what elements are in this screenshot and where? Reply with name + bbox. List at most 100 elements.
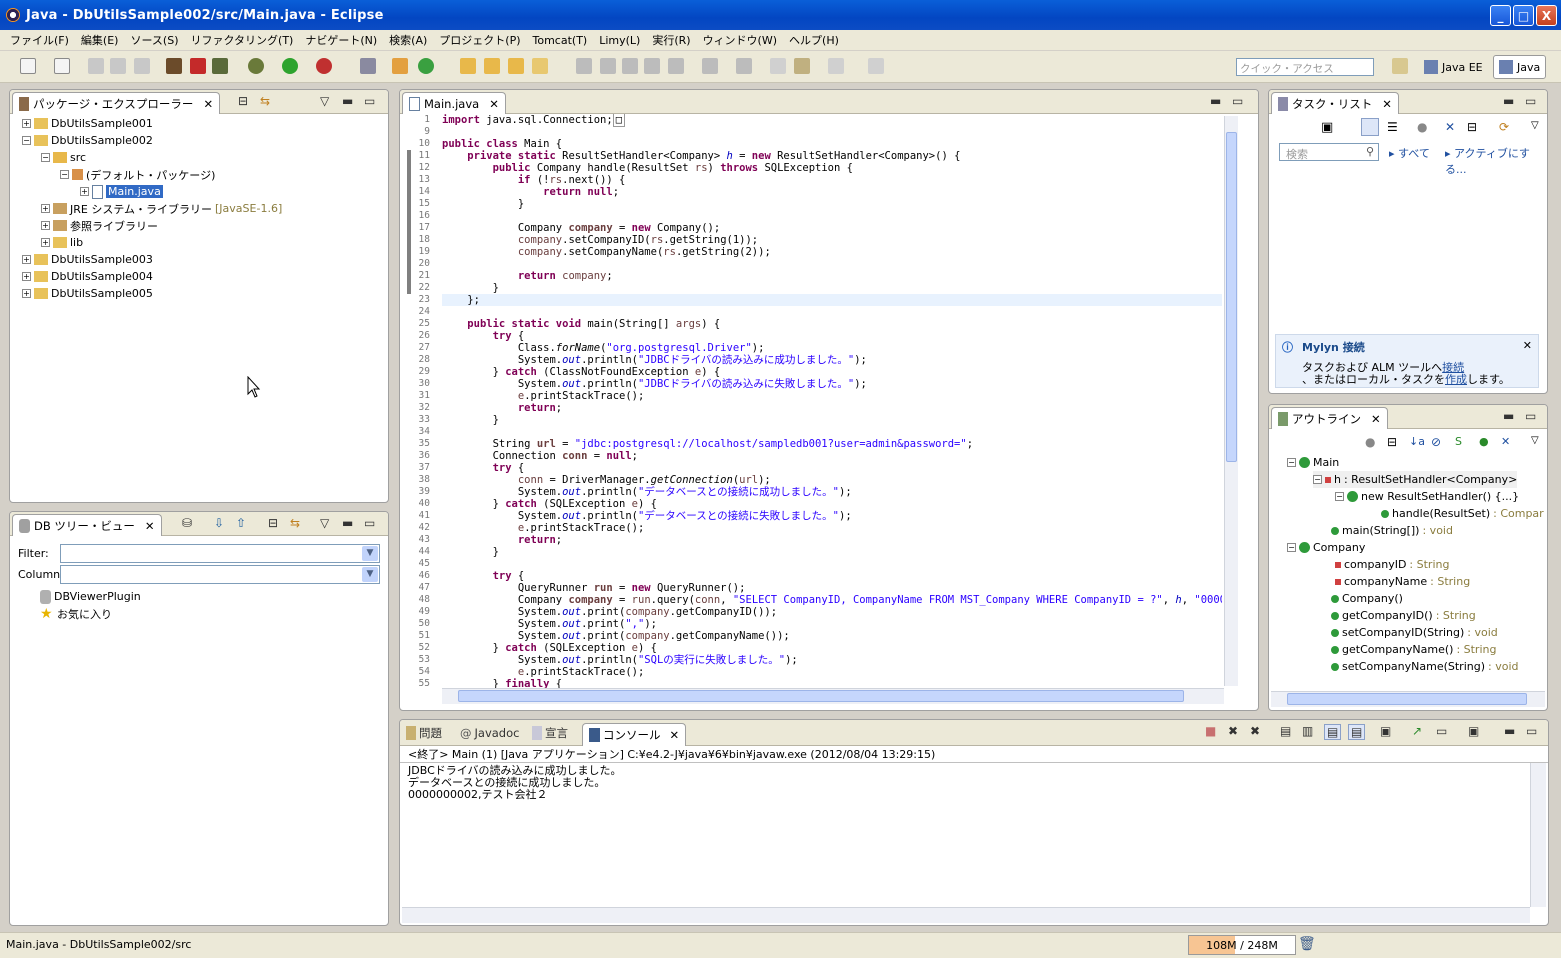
tab-db-tree[interactable]: DB ツリー・ビュー ✕ — [12, 514, 162, 536]
search-tool-icon[interactable] — [532, 58, 548, 74]
last-edit-icon[interactable] — [736, 58, 752, 74]
mark-icon[interactable] — [622, 58, 638, 74]
menu-edit[interactable]: 編集(E) — [75, 32, 125, 48]
chevron-down-icon[interactable]: ▼ — [362, 546, 378, 561]
maximize-button[interactable]: □ — [1513, 5, 1534, 26]
save-icon[interactable] — [88, 58, 104, 74]
hide-local-types-icon[interactable]: ✕ — [1501, 435, 1510, 448]
collapse-all-icon[interactable]: ⊟ — [1387, 435, 1397, 449]
skip-breakpoints-icon[interactable] — [360, 58, 376, 74]
db-tree-item[interactable]: DBViewerPlugin — [40, 588, 141, 605]
perspective-java[interactable]: Java — [1493, 55, 1547, 79]
debug-icon[interactable] — [248, 58, 264, 74]
tab-package-explorer[interactable]: パッケージ・エクスプローラー ✕ — [12, 92, 221, 114]
link-editor-icon[interactable]: ⇆ — [260, 94, 270, 108]
outline-item[interactable]: handle(ResultSet) : Compar — [1381, 505, 1544, 522]
minimize-view-icon[interactable]: ▬ — [342, 94, 353, 108]
outline-item[interactable]: − new ResultSetHandler() {...} — [1335, 488, 1519, 505]
remove-launch-icon[interactable]: ✖ — [1228, 724, 1238, 738]
hide-completed-icon[interactable]: ✕ — [1445, 120, 1455, 134]
hide-fields-icon[interactable]: ⊘ — [1431, 435, 1441, 449]
console-horizontal-scrollbar[interactable] — [402, 907, 1530, 923]
new-class-icon[interactable] — [392, 58, 408, 74]
unpin-icon[interactable] — [868, 58, 884, 74]
outline-item[interactable]: setCompanyID(String) : void — [1331, 624, 1498, 641]
remove-all-icon[interactable]: ✖ — [1250, 724, 1260, 738]
outline-item[interactable]: companyName : String — [1335, 573, 1470, 590]
display-console-icon[interactable]: ▭ — [1436, 724, 1447, 738]
forward-icon[interactable] — [828, 58, 844, 74]
outline-item[interactable]: setCompanyName(String) : void — [1331, 658, 1519, 675]
tree-item-ref-libs[interactable]: + 参照ライブラリー — [41, 217, 158, 234]
focus-icon[interactable]: ● — [1417, 120, 1427, 134]
tree-item-project[interactable]: + DbUtilsSample004 — [22, 268, 153, 285]
menu-limy[interactable]: Limy(L) — [593, 34, 646, 47]
close-icon[interactable]: ✕ — [1382, 97, 1392, 111]
open-project-icon[interactable] — [484, 58, 500, 74]
db-add-icon[interactable]: ⛁ — [182, 516, 192, 530]
quick-access-input[interactable]: クイック・アクセス — [1236, 58, 1374, 76]
column-combo[interactable]: ▼ — [60, 565, 380, 584]
tree-item-main-java[interactable]: + Main.java — [80, 183, 163, 200]
outline-item[interactable]: getCompanyName() : String — [1331, 641, 1496, 658]
minimize-view-icon[interactable]: ▬ — [1503, 94, 1514, 108]
new-java-icon[interactable] — [418, 58, 434, 74]
db-import-icon[interactable]: ⇩ — [214, 516, 224, 530]
outline-item[interactable]: − h : ResultSetHandler<Company> — [1313, 471, 1518, 488]
clear-console-icon[interactable]: ▤ — [1280, 724, 1291, 738]
minimize-view-icon[interactable]: ▬ — [1210, 94, 1221, 108]
sync-icon[interactable]: ⟳ — [1499, 120, 1509, 134]
view-menu-icon[interactable]: ▽ — [320, 94, 329, 108]
menu-help[interactable]: ヘルプ(H) — [783, 32, 845, 48]
hide-nonpublic-icon[interactable]: ● — [1479, 435, 1489, 448]
hide-static-icon[interactable]: S — [1455, 435, 1462, 448]
maximize-view-icon[interactable]: ▭ — [1525, 94, 1536, 108]
menu-file[interactable]: ファイル(F) — [4, 32, 75, 48]
filter-combo[interactable]: ▼ — [60, 544, 380, 563]
collapse-all-icon[interactable]: ⊟ — [238, 94, 248, 108]
pin-console-icon[interactable]: ▣ — [1380, 724, 1391, 738]
tree-item-project[interactable]: + DbUtilsSample005 — [22, 285, 153, 302]
back-icon[interactable] — [770, 58, 786, 74]
db-export-icon[interactable]: ⇧ — [236, 516, 246, 530]
restart-tool-icon[interactable] — [212, 58, 228, 74]
perspective-java-ee[interactable]: Java EE — [1418, 55, 1489, 79]
console-vertical-scrollbar[interactable] — [1530, 763, 1546, 907]
heap-status[interactable]: 108M / 248M — [1188, 935, 1296, 955]
scroll-thumb[interactable] — [1287, 693, 1527, 705]
db-tree-item[interactable]: ★ お気に入り — [40, 605, 112, 622]
tree-item-project[interactable]: − DbUtilsSample002 — [22, 132, 153, 149]
terminate-icon[interactable]: ■ — [1205, 724, 1216, 738]
new-wizard-icon[interactable] — [54, 58, 70, 74]
outline-item[interactable]: getCompanyID() : String — [1331, 607, 1476, 624]
tab-javadoc[interactable]: @ Javadoc — [460, 723, 519, 743]
tab-outline[interactable]: アウトライン ✕ — [1271, 407, 1388, 429]
print-icon[interactable] — [134, 58, 150, 74]
new-icon[interactable] — [20, 58, 36, 74]
maximize-view-icon[interactable]: ▭ — [1525, 409, 1536, 423]
collapse-all-icon[interactable]: ⊟ — [268, 516, 278, 530]
sort-icon[interactable]: ↓a — [1409, 435, 1425, 448]
outline-item[interactable]: main(String[]) : void — [1331, 522, 1453, 539]
tab-console[interactable]: コンソール ✕ — [582, 723, 687, 746]
scheduled-icon[interactable]: ☰ — [1387, 120, 1398, 134]
code-area[interactable]: import java.sql.Connection; □ public clas… — [442, 114, 1222, 694]
run-external-icon[interactable] — [316, 58, 332, 74]
view-menu-icon[interactable]: ▽ — [1531, 435, 1539, 446]
scroll-lock-icon[interactable]: ▥ — [1302, 724, 1313, 738]
focus-icon[interactable]: ● — [1365, 435, 1375, 449]
menu-tomcat[interactable]: Tomcat(T) — [527, 34, 594, 47]
outline-horizontal-scrollbar[interactable] — [1271, 691, 1545, 707]
close-icon[interactable]: ✕ — [670, 728, 680, 742]
open-perspective-icon[interactable] — [1392, 58, 1408, 74]
menu-source[interactable]: ソース(S) — [124, 32, 184, 48]
block-icon[interactable] — [644, 58, 660, 74]
minimize-view-icon[interactable]: ▬ — [342, 516, 353, 530]
new-task-icon[interactable]: ▣ — [1321, 120, 1333, 135]
menu-refactor[interactable]: リファクタリング(T) — [184, 32, 299, 48]
tab-task-list[interactable]: タスク・リスト ✕ — [1271, 92, 1399, 114]
toggle-icon[interactable] — [668, 58, 684, 74]
close-icon[interactable]: ✕ — [489, 97, 499, 111]
maximize-view-icon[interactable]: ▭ — [1526, 724, 1537, 738]
outline-item[interactable]: Company() — [1331, 590, 1403, 607]
